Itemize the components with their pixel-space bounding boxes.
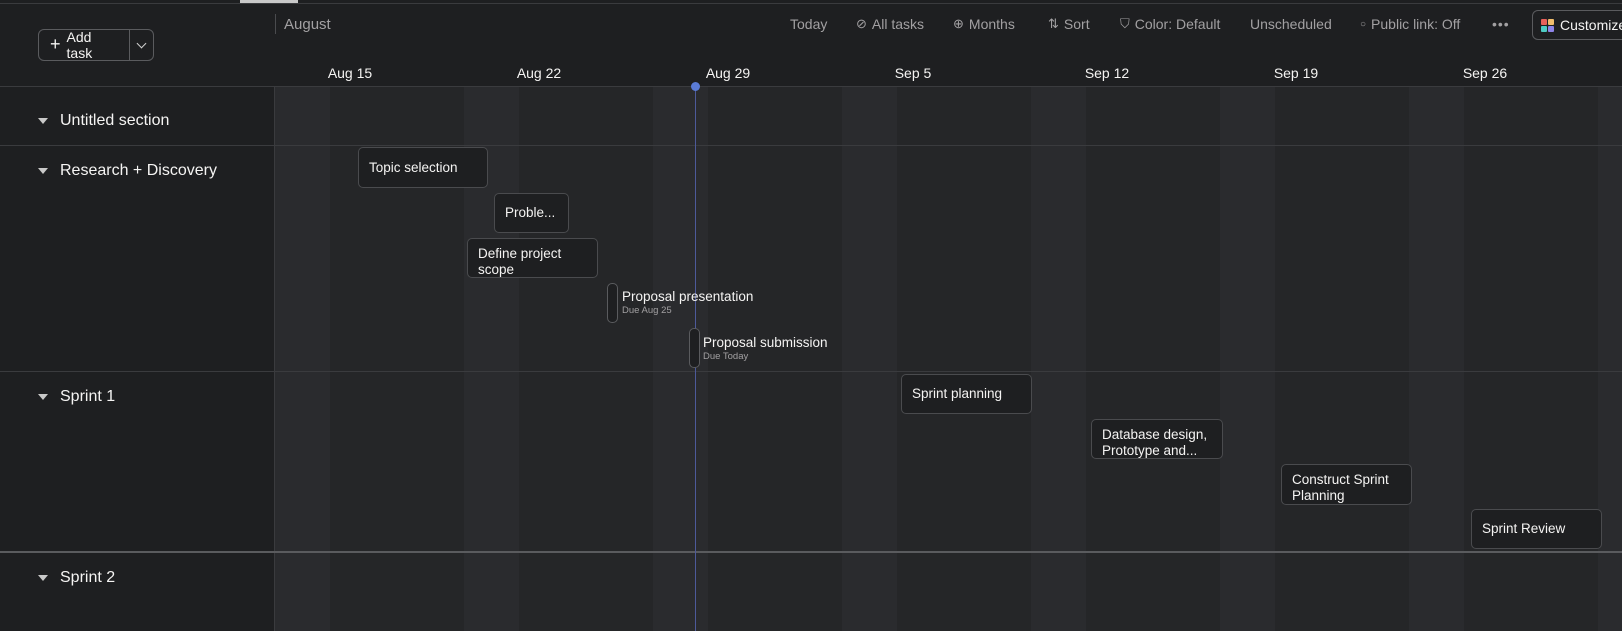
section-name: Sprint 1 xyxy=(60,388,116,405)
task-card-define-project-scope[interactable]: Define project scope xyxy=(467,238,598,278)
task-card-problem[interactable]: Proble... xyxy=(494,193,569,233)
date-label: Sep 12 xyxy=(1084,65,1130,81)
all-tasks-label: All tasks xyxy=(871,16,925,32)
months-label: Months xyxy=(968,16,1015,32)
due-date: Due Aug 25 xyxy=(622,305,672,316)
section-divider xyxy=(0,551,1622,553)
all-tasks-filter[interactable]: ⊘ All tasks xyxy=(856,16,924,32)
more-icon: ••• xyxy=(1492,16,1510,32)
task-name: Sprint planning xyxy=(912,386,1003,401)
check-circle-icon: ⊘ xyxy=(856,16,867,31)
date-label: Aug 22 xyxy=(516,65,562,81)
collapse-triangle-icon[interactable] xyxy=(38,394,48,400)
sort-label: Sort xyxy=(1063,16,1090,32)
date-label: Sep 5 xyxy=(894,65,932,81)
milestone-label[interactable]: Proposal presentation Due Aug 25 xyxy=(622,289,753,316)
section-sprint-1[interactable]: Sprint 1 xyxy=(38,388,115,406)
task-card-database-design[interactable]: Database design, Prototype and... xyxy=(1091,419,1223,459)
weekend-stripe xyxy=(842,87,897,631)
public-link-button[interactable]: ○ Public link: Off xyxy=(1360,16,1460,32)
weekend-stripe xyxy=(1220,87,1275,631)
task-name: Proposal presentation xyxy=(622,289,754,304)
zoom-icon: ⊕ xyxy=(953,16,964,31)
date-label: Sep 26 xyxy=(1462,65,1508,81)
collapse-triangle-icon[interactable] xyxy=(38,118,48,124)
color-button[interactable]: ⛉ Color: Default xyxy=(1120,16,1220,32)
task-name: Sprint Review xyxy=(1482,521,1566,536)
date-label: Aug 29 xyxy=(705,65,751,81)
task-name: Proble... xyxy=(505,205,556,220)
weekend-stripe xyxy=(1409,87,1464,631)
top-tab-indicator xyxy=(0,0,1622,4)
date-label: Sep 19 xyxy=(1273,65,1319,81)
task-card-sprint-review[interactable]: Sprint Review xyxy=(1471,509,1602,549)
more-options-button[interactable]: ••• xyxy=(1492,16,1510,32)
milestone-proposal-submission[interactable] xyxy=(689,328,700,368)
task-name: Topic selection xyxy=(369,159,458,175)
collapse-triangle-icon[interactable] xyxy=(38,168,48,174)
section-sprint-2[interactable]: Sprint 2 xyxy=(38,569,115,587)
weekend-stripe xyxy=(1031,87,1086,631)
weekend-stripe xyxy=(275,87,330,631)
section-research-discovery[interactable]: Research + Discovery xyxy=(38,162,217,180)
paint-bucket-icon: ⛉ xyxy=(1120,16,1130,31)
section-name: Research + Discovery xyxy=(60,162,217,179)
due-date: Due Today xyxy=(703,351,749,362)
unscheduled-button[interactable]: Unscheduled xyxy=(1250,16,1332,32)
today-button[interactable]: Today xyxy=(790,16,827,32)
task-name: Database design, Prototype and... xyxy=(1102,427,1208,458)
task-card-sprint-planning[interactable]: Sprint planning xyxy=(901,374,1032,414)
customize-button[interactable]: Customize xyxy=(1532,10,1622,40)
timeline-app: + Add task August Today ⊘ All tasks ⊕ Mo… xyxy=(0,0,1622,631)
customize-icon xyxy=(1541,18,1554,32)
task-card-construct-sprint-planning[interactable]: Construct Sprint Planning xyxy=(1281,464,1412,505)
active-tab-underline xyxy=(240,0,298,3)
section-divider xyxy=(0,371,1622,372)
section-name: Untitled section xyxy=(60,112,170,129)
section-untitled[interactable]: Untitled section xyxy=(38,112,169,130)
unscheduled-label: Unscheduled xyxy=(1250,16,1332,32)
date-label: Aug 15 xyxy=(327,65,373,81)
task-name: Proposal submission xyxy=(703,335,828,350)
zoom-months-button[interactable]: ⊕ Months xyxy=(953,16,1015,32)
task-name: Define project scope xyxy=(478,246,562,277)
today-label: Today xyxy=(790,16,828,32)
weekend-stripe xyxy=(1598,87,1622,631)
public-link-label: Public link: Off xyxy=(1371,16,1461,32)
timeline-toolbar: Today ⊘ All tasks ⊕ Months ⇅ Sort ⛉ Colo… xyxy=(0,16,1622,36)
milestone-proposal-presentation[interactable] xyxy=(607,283,618,323)
customize-label: Customize xyxy=(1560,17,1622,33)
section-name: Sprint 2 xyxy=(60,569,116,586)
section-divider xyxy=(0,145,1622,146)
circle-icon: ○ xyxy=(1360,18,1367,30)
date-header: Aug 15 Aug 22 Aug 29 Sep 5 Sep 12 Sep 19… xyxy=(0,50,1622,87)
today-marker xyxy=(691,82,700,91)
sort-arrows-icon: ⇅ xyxy=(1048,16,1059,31)
collapse-triangle-icon[interactable] xyxy=(38,575,48,581)
color-label: Color: Default xyxy=(1134,16,1221,32)
sort-button[interactable]: ⇅ Sort xyxy=(1048,16,1090,32)
chevron-down-icon xyxy=(136,38,147,48)
task-card-topic-selection[interactable]: Topic selection xyxy=(358,147,488,188)
task-name: Construct Sprint Planning xyxy=(1292,472,1389,503)
milestone-label[interactable]: Proposal submission Due Today xyxy=(703,335,828,362)
